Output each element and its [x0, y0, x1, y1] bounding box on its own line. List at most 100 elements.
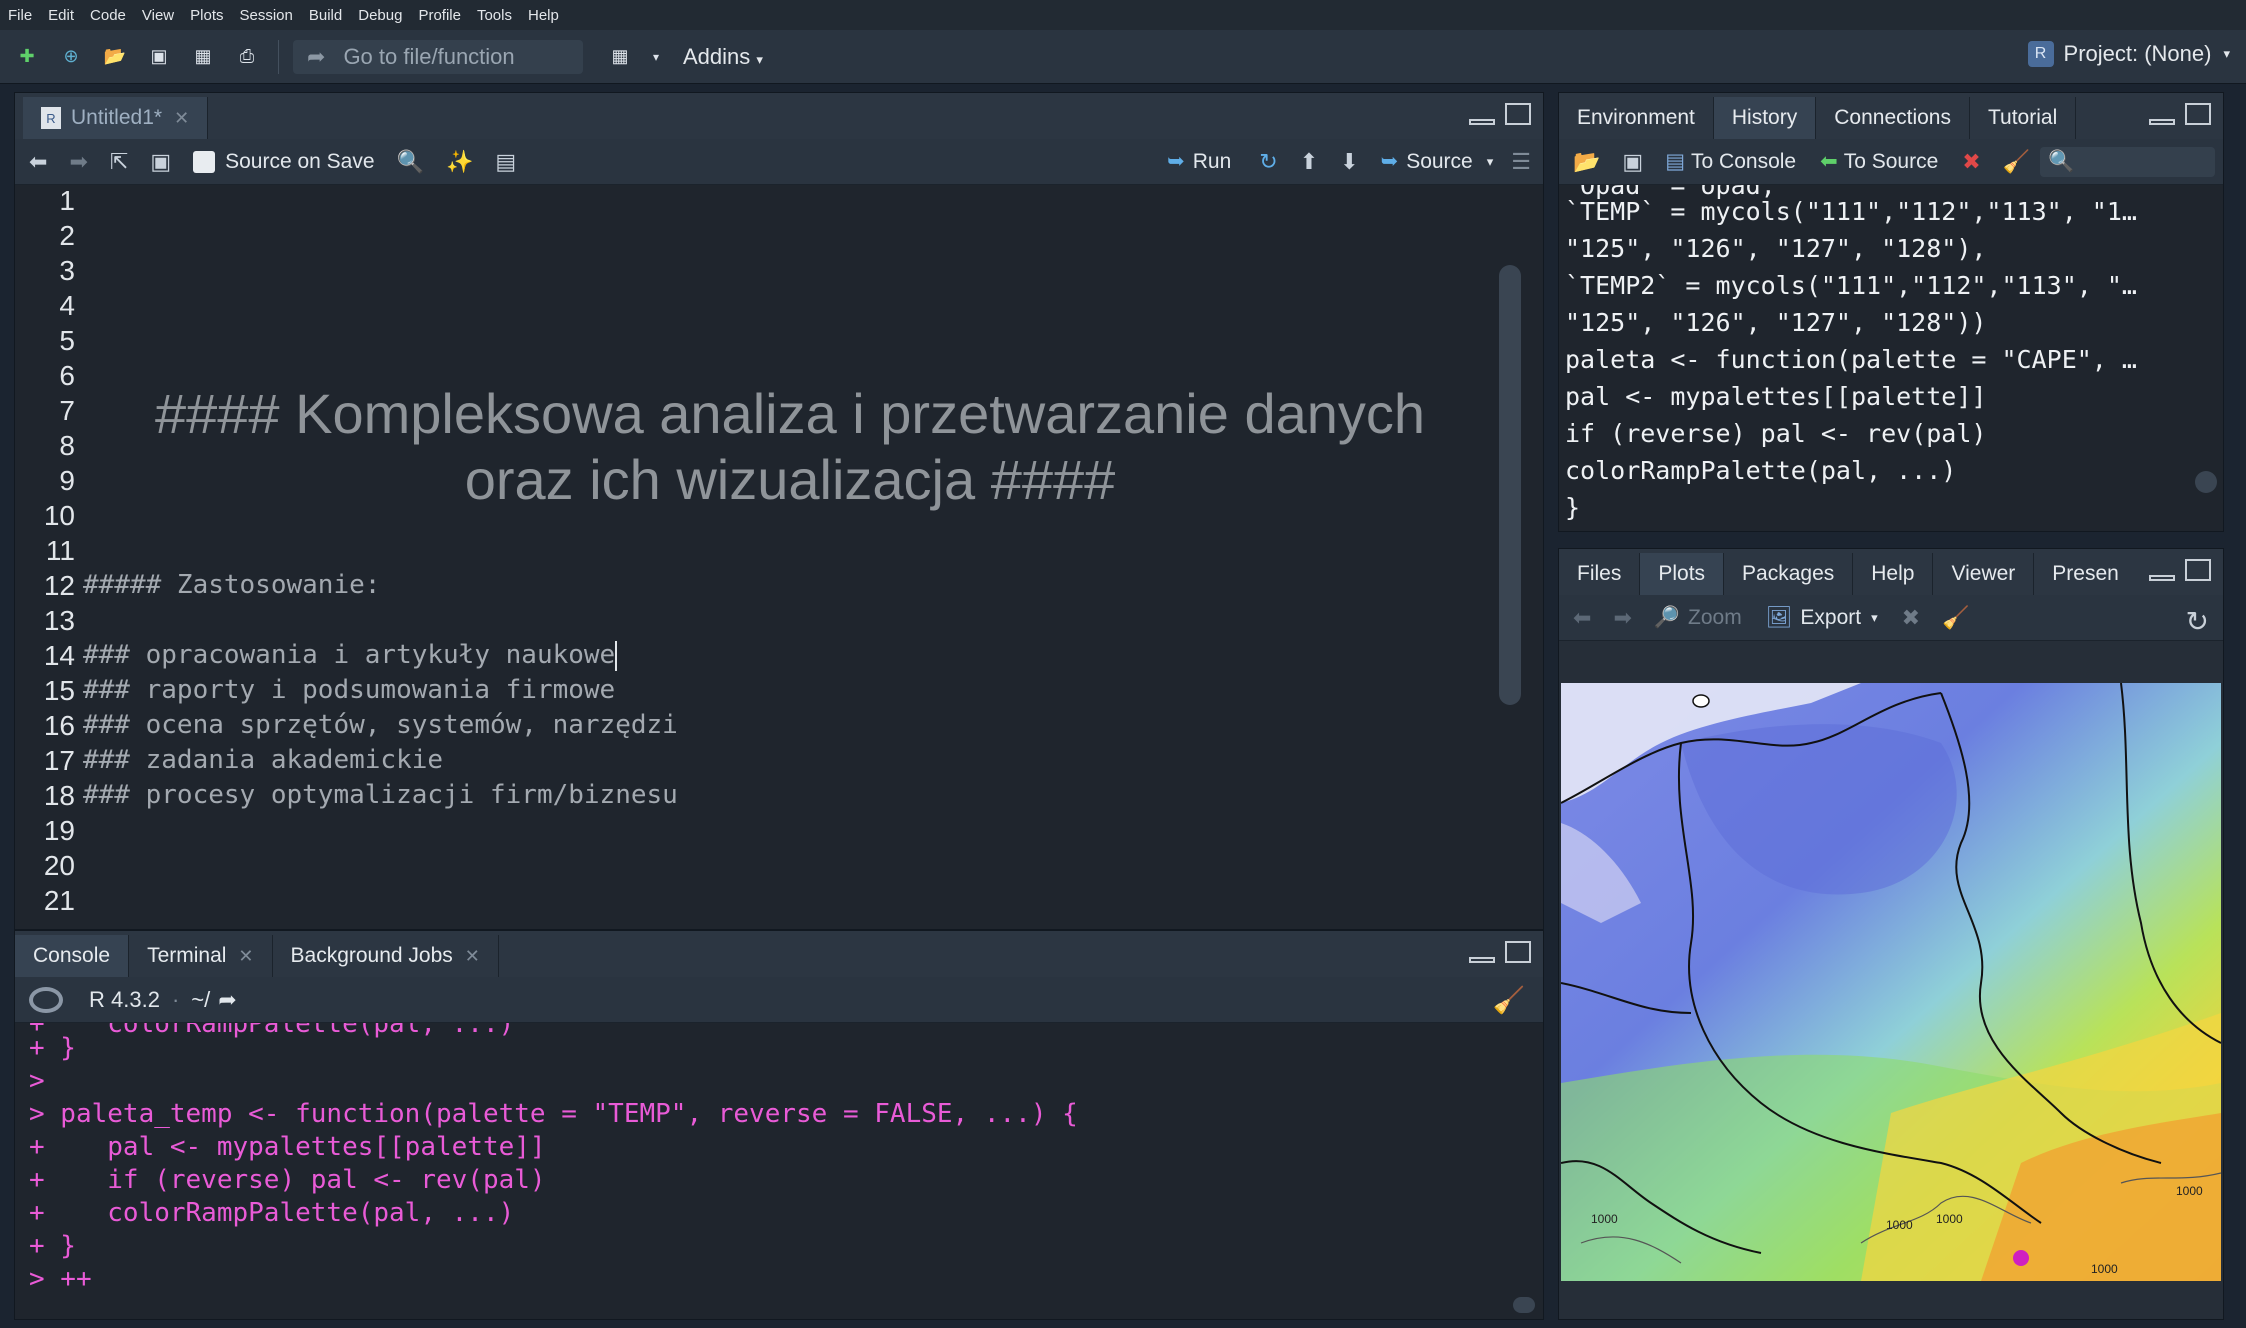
- menu-view[interactable]: View: [142, 7, 174, 24]
- clear-console-icon[interactable]: 🧹: [1493, 985, 1525, 1016]
- new-project-icon[interactable]: ⊕: [56, 42, 86, 72]
- run-button[interactable]: ➥ Run: [1167, 149, 1231, 174]
- arrow-down-icon[interactable]: ⬇: [1340, 149, 1358, 175]
- open-file-icon[interactable]: 📂: [100, 42, 130, 72]
- clear-plots-icon[interactable]: 🧹: [1942, 605, 1969, 631]
- history-line[interactable]: paleta <- function(palette = "CAPE", …: [1565, 345, 2137, 374]
- menu-debug[interactable]: Debug: [358, 7, 402, 24]
- history-line[interactable]: pal <- mypalettes[[palette]]: [1565, 382, 1986, 411]
- back-arrow-icon[interactable]: ⬅: [29, 149, 47, 175]
- maximize-icon[interactable]: [2185, 103, 2211, 125]
- remove-plot-icon[interactable]: ✖: [1902, 605, 1920, 631]
- search-icon[interactable]: 🔍: [397, 149, 424, 175]
- minimize-icon[interactable]: [2149, 575, 2175, 581]
- clear-history-icon[interactable]: 🧹: [2003, 149, 2030, 175]
- tab-history[interactable]: History: [1713, 97, 1817, 139]
- tab-terminal[interactable]: Terminal ✕: [129, 935, 273, 977]
- arrow-up-icon[interactable]: ⬆: [1300, 149, 1318, 175]
- minimize-icon[interactable]: [1469, 119, 1495, 125]
- close-icon[interactable]: ✕: [238, 946, 253, 967]
- tab-plots[interactable]: Plots: [1640, 553, 1725, 595]
- history-list[interactable]: `Opad` = opad, `TEMP` = mycols("111","11…: [1559, 185, 2223, 531]
- project-cube-icon: R: [2027, 41, 2054, 67]
- editor-tabstrip: R Untitled1* ✕: [15, 93, 1543, 139]
- maximize-icon[interactable]: [1505, 103, 1531, 125]
- history-toolbar: 📂 ▣ ▤ To Console ⬅ To Source ✖ 🧹 🔍: [1559, 139, 2223, 185]
- editor-scrollbar[interactable]: [1499, 265, 1521, 705]
- menu-build[interactable]: Build: [309, 7, 342, 24]
- tab-files[interactable]: Files: [1559, 553, 1641, 595]
- go-to-file-input[interactable]: ➦ Go to file/function: [293, 39, 583, 74]
- zoom-button[interactable]: 🔎 Zoom: [1654, 606, 1742, 630]
- menu-help[interactable]: Help: [528, 7, 559, 24]
- remove-entry-icon[interactable]: ✖: [1962, 149, 1980, 175]
- compile-report-icon[interactable]: ▤: [495, 149, 516, 175]
- close-icon[interactable]: ✕: [465, 946, 480, 967]
- history-line[interactable]: }: [1565, 493, 1580, 522]
- refresh-icon[interactable]: ↻: [2186, 605, 2209, 638]
- load-history-icon[interactable]: 📂: [1573, 149, 1600, 175]
- tab-packages[interactable]: Packages: [1724, 553, 1854, 595]
- history-line[interactable]: "125", "126", "127", "128")): [1565, 308, 1986, 337]
- console-output[interactable]: + colorRampPalette(pal, ...) + } > > pal…: [15, 1023, 1543, 1319]
- minimize-icon[interactable]: [1469, 957, 1495, 963]
- back-arrow-icon[interactable]: ⬅: [1573, 605, 1591, 631]
- chevron-down-icon[interactable]: ▾: [649, 42, 663, 72]
- outline-icon[interactable]: ☰: [1511, 149, 1531, 175]
- tab-presentation[interactable]: Presen: [2034, 553, 2137, 595]
- menu-session[interactable]: Session: [240, 7, 293, 24]
- lake: [1692, 694, 1710, 708]
- tab-environment[interactable]: Environment: [1559, 97, 1714, 139]
- show-in-window-icon[interactable]: ⇱: [110, 149, 128, 175]
- working-dir[interactable]: ~/: [191, 987, 210, 1013]
- tab-connections[interactable]: Connections: [1816, 97, 1970, 139]
- history-line[interactable]: colorRampPalette(pal, ...): [1565, 456, 1956, 485]
- close-icon[interactable]: ✕: [174, 108, 189, 129]
- menu-tools[interactable]: Tools: [477, 7, 512, 24]
- code-editor[interactable]: 1 2 3 4 5 6 7 8 9 10 11 12 13 14 15 16 1…: [15, 185, 1543, 929]
- to-console-button[interactable]: ▤ To Console: [1665, 149, 1796, 174]
- history-search-input[interactable]: 🔍: [2040, 146, 2215, 177]
- project-menu[interactable]: R Project: (None) ▾: [2027, 41, 2230, 67]
- maximize-icon[interactable]: [1505, 941, 1531, 963]
- history-line[interactable]: if (reverse) pal <- rev(pal): [1565, 419, 1986, 448]
- line-number: 4: [59, 290, 75, 321]
- save-icon[interactable]: ▣: [1622, 149, 1643, 175]
- console-scrollbar[interactable]: [1513, 1297, 1535, 1313]
- tab-help[interactable]: Help: [1853, 553, 1934, 595]
- tab-history-label: History: [1731, 106, 1798, 129]
- minimize-icon[interactable]: [2149, 119, 2175, 125]
- export-button[interactable]: 🖼 Export ▾: [1766, 606, 1878, 630]
- maximize-icon[interactable]: [2185, 559, 2211, 581]
- new-file-icon[interactable]: ✚: [12, 42, 42, 72]
- addins-button[interactable]: Addins ▾: [683, 44, 763, 70]
- save-icon[interactable]: ▣: [144, 42, 174, 72]
- go-to-dir-icon[interactable]: ➦: [218, 987, 236, 1013]
- tab-tutorial[interactable]: Tutorial: [1970, 97, 2077, 139]
- grid-layout-icon[interactable]: ▦: [605, 42, 635, 72]
- menu-profile[interactable]: Profile: [418, 7, 461, 24]
- history-line[interactable]: `TEMP` = mycols("111","112","113", "1…: [1565, 197, 2137, 226]
- save-all-icon[interactable]: ▦: [188, 42, 218, 72]
- menu-code[interactable]: Code: [90, 7, 126, 24]
- source-button[interactable]: ➥ Source ▾: [1381, 149, 1494, 174]
- history-line[interactable]: "125", "126", "127", "128"),: [1565, 234, 1986, 263]
- menu-plots[interactable]: Plots: [190, 7, 223, 24]
- forward-arrow-icon[interactable]: ➡: [69, 149, 87, 175]
- to-source-button[interactable]: ⬅ To Source: [1820, 149, 1938, 174]
- forward-arrow-icon[interactable]: ➡: [1613, 605, 1631, 631]
- menu-edit[interactable]: Edit: [48, 7, 74, 24]
- tab-background-jobs[interactable]: Background Jobs ✕: [273, 935, 499, 977]
- history-scrollbar[interactable]: [2195, 471, 2217, 493]
- save-icon[interactable]: ▣: [150, 149, 171, 175]
- rerun-icon[interactable]: ↻: [1259, 149, 1277, 175]
- menu-file[interactable]: File: [8, 7, 32, 24]
- source-on-save-checkbox[interactable]: [193, 150, 216, 173]
- tab-viewer[interactable]: Viewer: [1933, 553, 2035, 595]
- tab-untitled1[interactable]: R Untitled1* ✕: [23, 97, 209, 139]
- magic-wand-icon[interactable]: ✨: [446, 149, 473, 175]
- code-line-18: ### procesy optymalizacji firm/biznesu: [83, 780, 678, 810]
- history-line[interactable]: `TEMP2` = mycols("111","112","113", "…: [1565, 271, 2137, 300]
- tab-console[interactable]: Console: [15, 935, 130, 977]
- print-icon[interactable]: ⎙: [232, 42, 262, 72]
